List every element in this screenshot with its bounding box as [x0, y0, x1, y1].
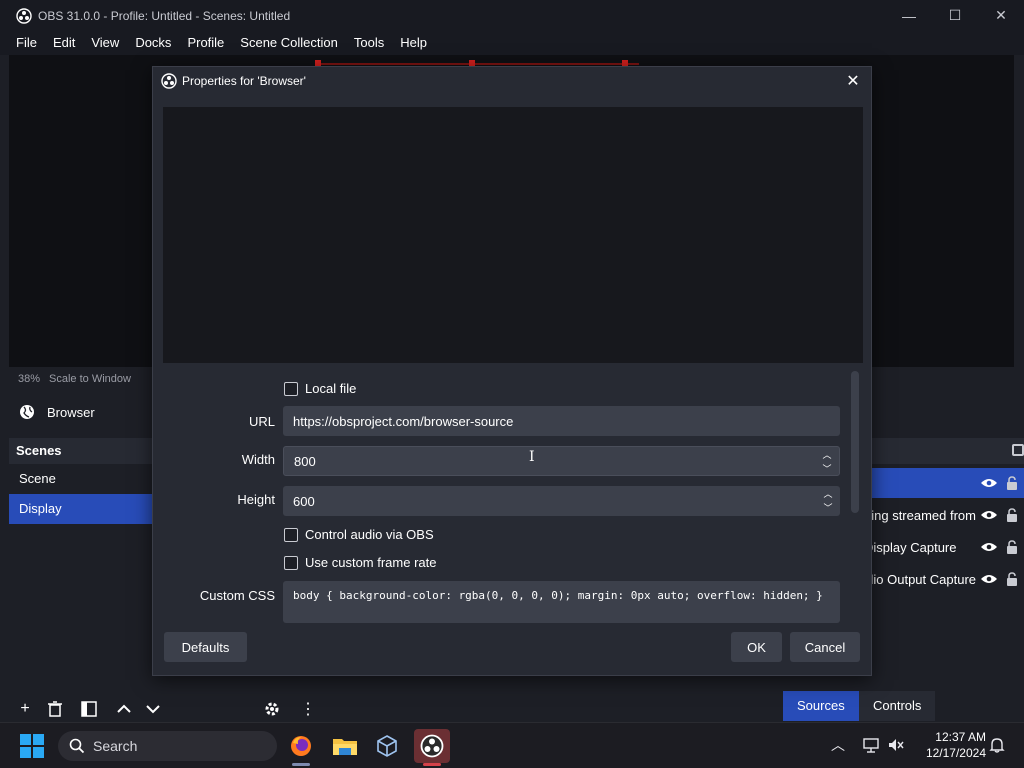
width-label: Width	[241, 452, 275, 467]
height-value: 600	[293, 493, 315, 509]
search-icon	[69, 738, 85, 754]
menu-tools[interactable]: Tools	[346, 31, 392, 55]
taskbar: Search ︿ 12:37 AM 12/17/2024	[0, 722, 1024, 768]
local-file-checkbox-row[interactable]: Local file	[284, 381, 356, 396]
width-stepper[interactable]: 800 ︿ ﹀	[283, 446, 840, 476]
add-scene-icon[interactable]: +	[15, 699, 35, 719]
text-cursor-icon: I	[529, 449, 535, 465]
taskbar-search[interactable]: Search	[58, 731, 277, 761]
tab-controls[interactable]: Controls	[859, 691, 936, 721]
selected-source-name: Browser	[47, 404, 95, 420]
custom-css-textarea[interactable]: body { background-color: rgba(0, 0, 0, 0…	[283, 581, 840, 623]
eye-icon[interactable]	[980, 477, 998, 489]
control-audio-checkbox[interactable]	[284, 527, 298, 542]
source-item[interactable]: Display Capture	[860, 532, 1024, 562]
menu-profile[interactable]: Profile	[179, 31, 232, 55]
menu-file[interactable]: File	[8, 31, 45, 55]
window-title: OBS 31.0.0 - Profile: Untitled - Scenes:…	[38, 8, 291, 23]
source-item[interactable]: Audio Output Capture	[860, 564, 1024, 594]
menu-scene-collection[interactable]: Scene Collection	[232, 31, 346, 55]
close-window-button[interactable]: ✕	[978, 0, 1024, 31]
close-icon[interactable]: ✕	[843, 71, 863, 91]
globe-icon	[20, 405, 34, 419]
taskbar-clock[interactable]: 12:37 AM 12/17/2024	[916, 729, 986, 761]
volume-muted-icon[interactable]	[886, 735, 906, 755]
search-placeholder: Search	[93, 738, 138, 754]
dock-float-icon[interactable]	[1012, 444, 1024, 456]
menu-view[interactable]: View	[83, 31, 127, 55]
spin-down-icon[interactable]: ﹀	[823, 502, 832, 514]
scale-mode[interactable]: Scale to Window	[49, 373, 131, 385]
zoom-level[interactable]: 38%	[18, 373, 40, 385]
width-spinner[interactable]: ︿ ﹀	[817, 449, 837, 475]
menu-bar: File Edit View Docks Profile Scene Colle…	[0, 31, 1024, 55]
tab-sources[interactable]: Sources	[783, 691, 859, 721]
move-up-icon[interactable]	[114, 699, 134, 719]
obs-logo-icon	[161, 73, 177, 89]
dock-toolbar: + ⋮ Sources Controls	[0, 691, 1024, 724]
minimize-button[interactable]: —	[886, 0, 932, 31]
firefox-icon[interactable]	[283, 729, 319, 766]
gear-icon[interactable]	[262, 699, 282, 719]
move-down-icon[interactable]	[143, 699, 163, 719]
local-file-checkbox[interactable]	[284, 381, 298, 396]
height-spinner[interactable]: ︿ ﹀	[818, 488, 838, 514]
lock-icon[interactable]	[1004, 571, 1020, 587]
custom-frame-rate-label: Use custom frame rate	[305, 555, 437, 570]
menu-help[interactable]: Help	[392, 31, 435, 55]
maximize-button[interactable]: ☐	[932, 0, 978, 31]
windows-start-icon[interactable]	[20, 734, 44, 758]
dialog-title-bar: Properties for 'Browser'	[153, 67, 871, 95]
url-input[interactable]: https://obsproject.com/browser-source	[283, 406, 840, 436]
sources-dock: Currently being streamed from Display Ca…	[860, 438, 1024, 598]
spin-down-icon[interactable]: ﹀	[822, 463, 831, 475]
obs-icon[interactable]	[414, 729, 450, 766]
defaults-button[interactable]: Defaults	[164, 632, 247, 662]
more-options-icon[interactable]: ⋮	[298, 699, 318, 719]
dialog-scrollbar-thumb[interactable]	[851, 371, 859, 513]
lock-icon[interactable]	[1004, 539, 1020, 555]
filter-icon[interactable]	[79, 699, 99, 719]
control-audio-checkbox-row[interactable]: Control audio via OBS	[284, 527, 434, 542]
custom-frame-rate-checkbox[interactable]	[284, 555, 298, 570]
height-stepper[interactable]: 600 ︿ ﹀	[283, 486, 840, 516]
url-label: URL	[248, 414, 275, 429]
lock-icon[interactable]	[1004, 507, 1020, 523]
notification-bell-icon[interactable]	[987, 735, 1007, 755]
spin-up-icon[interactable]: ︿	[822, 449, 831, 461]
file-explorer-icon[interactable]	[327, 729, 363, 763]
custom-css-value: body { background-color: rgba(0, 0, 0, 0…	[293, 589, 823, 602]
properties-dialog: Properties for 'Browser' ✕ Local file UR…	[152, 66, 872, 676]
control-audio-label: Control audio via OBS	[305, 527, 434, 542]
title-bar: OBS 31.0.0 - Profile: Untitled - Scenes:…	[0, 0, 1024, 31]
custom-css-label: Custom CSS	[199, 588, 275, 603]
trash-icon[interactable]	[45, 699, 65, 719]
lock-icon[interactable]	[1004, 475, 1020, 491]
eye-icon[interactable]	[980, 541, 998, 553]
menu-docks[interactable]: Docks	[127, 31, 179, 55]
source-preview	[163, 107, 863, 363]
bounding-box-edge	[319, 63, 639, 65]
url-value: https://obsproject.com/browser-source	[293, 413, 514, 429]
spin-up-icon[interactable]: ︿	[823, 488, 832, 500]
ok-button[interactable]: OK	[731, 632, 782, 662]
clock-date: 12/17/2024	[925, 746, 986, 760]
virtualbox-icon[interactable]	[369, 729, 405, 763]
height-label: Height	[237, 492, 275, 507]
dialog-title: Properties for 'Browser'	[182, 74, 306, 88]
network-icon[interactable]	[861, 735, 881, 755]
eye-icon[interactable]	[980, 573, 998, 585]
source-item[interactable]	[860, 468, 1024, 498]
eye-icon[interactable]	[980, 509, 998, 521]
obs-logo-icon	[16, 7, 32, 24]
chevron-up-icon[interactable]: ︿	[828, 735, 848, 755]
clock-time: 12:37 AM	[935, 730, 986, 744]
source-item[interactable]: Currently being streamed from	[860, 500, 1024, 530]
menu-edit[interactable]: Edit	[45, 31, 83, 55]
width-value: 800	[294, 453, 316, 469]
cancel-button[interactable]: Cancel	[790, 632, 860, 662]
sources-header	[860, 438, 1024, 464]
custom-frame-rate-checkbox-row[interactable]: Use custom frame rate	[284, 555, 437, 570]
local-file-label: Local file	[305, 381, 357, 396]
